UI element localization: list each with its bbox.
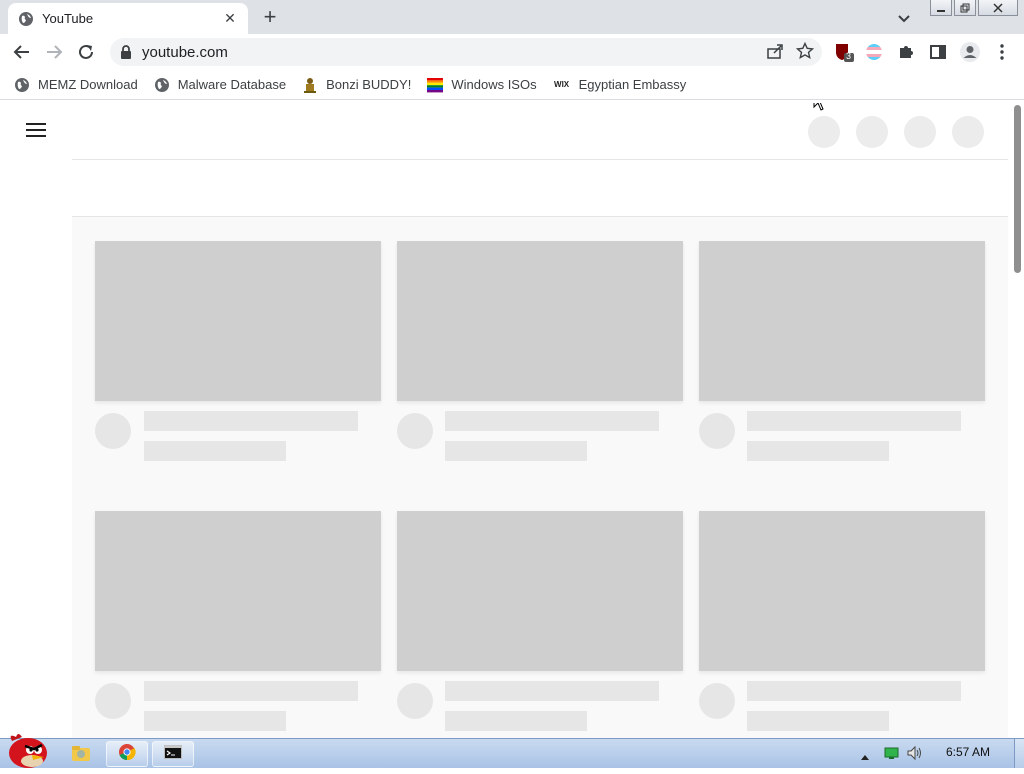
video-title-placeholder — [747, 681, 961, 701]
header-placeholder-circle — [904, 116, 936, 148]
video-meta-placeholder — [747, 441, 889, 461]
channel-avatar-placeholder — [699, 683, 735, 719]
address-bar[interactable]: youtube.com — [110, 38, 822, 66]
side-panel-icon[interactable] — [926, 40, 950, 64]
menu-kebab-icon[interactable] — [990, 40, 1014, 64]
tab-strip: YouTube ✕ + — [0, 0, 1024, 34]
wix-logo-text: WIX — [554, 80, 570, 89]
video-meta-placeholder — [144, 441, 286, 461]
tab-close-icon[interactable]: ✕ — [222, 10, 238, 27]
puzzle-extensions-icon[interactable] — [894, 40, 918, 64]
video-title-placeholder — [747, 411, 961, 431]
video-meta-placeholder — [445, 711, 587, 731]
file-explorer-icon[interactable] — [70, 743, 92, 763]
hamburger-menu-icon[interactable] — [26, 123, 46, 137]
minimize-icon[interactable] — [930, 0, 952, 16]
chevron-down-icon[interactable] — [894, 8, 914, 28]
bookmark-label: Malware Database — [177, 77, 287, 92]
video-meta-placeholder — [445, 441, 587, 461]
video-title-placeholder — [144, 411, 358, 431]
url-text: youtube.com — [142, 43, 228, 61]
globe-icon — [14, 77, 30, 93]
page-scrollbar[interactable] — [1014, 105, 1021, 273]
video-grid-skeleton — [72, 217, 1008, 738]
restore-icon[interactable] — [954, 0, 976, 16]
volume-icon[interactable] — [906, 745, 924, 766]
video-meta-placeholder — [144, 711, 286, 731]
channel-avatar-placeholder — [95, 413, 131, 449]
taskbar-clock[interactable]: 6:57 AM — [946, 745, 990, 759]
forward-arrow-icon[interactable] — [42, 40, 66, 64]
bookmark-star-icon[interactable] — [795, 41, 815, 65]
video-thumbnail-placeholder[interactable] — [397, 241, 683, 401]
globe-icon — [18, 11, 34, 27]
bookmark-label: Bonzi BUDDY! — [326, 77, 412, 92]
video-thumbnail-placeholder[interactable] — [699, 511, 985, 671]
video-meta-placeholder — [747, 711, 889, 731]
bookmark-egyptian-embassy[interactable]: WIX Egyptian Embassy — [553, 77, 687, 93]
wix-icon: WIX — [553, 77, 571, 93]
video-thumbnail-placeholder[interactable] — [397, 511, 683, 671]
bookmark-label: Egyptian Embassy — [578, 77, 687, 92]
video-thumbnail-placeholder[interactable] — [95, 241, 381, 401]
header-placeholder-circle — [808, 116, 840, 148]
bookmark-memz-download[interactable]: MEMZ Download — [14, 77, 138, 93]
bookmark-label: MEMZ Download — [38, 77, 138, 92]
close-window-icon[interactable] — [978, 0, 1018, 16]
taskbar: 6:57 AM — [0, 734, 1024, 768]
browser-toolbar: youtube.com 3 — [0, 34, 1024, 70]
back-arrow-icon[interactable] — [10, 40, 34, 64]
channel-avatar-placeholder — [397, 683, 433, 719]
video-thumbnail-placeholder[interactable] — [699, 241, 985, 401]
chips-bar-placeholder — [72, 160, 1008, 216]
chrome-icon — [118, 743, 136, 766]
new-tab-button[interactable]: + — [258, 6, 282, 30]
bookmark-windows-isos[interactable]: Windows ISOs — [427, 77, 537, 93]
bookmark-bonzi-buddy[interactable]: Bonzi BUDDY! — [302, 77, 411, 93]
header-placeholder-circle — [856, 116, 888, 148]
channel-avatar-placeholder — [699, 413, 735, 449]
tab-youtube[interactable]: YouTube ✕ — [8, 3, 248, 34]
tab-title: YouTube — [42, 11, 94, 26]
mouse-cursor-icon — [813, 103, 829, 118]
taskbar-cmd-button[interactable] — [152, 741, 194, 767]
lock-icon[interactable] — [120, 45, 134, 59]
share-icon[interactable] — [766, 42, 784, 65]
show-desktop-button[interactable] — [1014, 739, 1024, 768]
network-icon[interactable] — [884, 746, 900, 765]
video-title-placeholder — [445, 681, 659, 701]
taskbar-chrome-button[interactable] — [106, 741, 148, 767]
trans-flag-extension-icon[interactable] — [862, 40, 886, 64]
channel-avatar-placeholder — [95, 683, 131, 719]
channel-avatar-placeholder — [397, 413, 433, 449]
ublock-extension-icon[interactable]: 3 — [832, 40, 856, 64]
video-title-placeholder — [144, 681, 358, 701]
reload-icon[interactable] — [74, 40, 98, 64]
youtube-page — [0, 103, 1024, 738]
globe-icon — [154, 77, 170, 93]
profile-avatar-icon[interactable] — [958, 40, 982, 64]
extension-badge: 3 — [846, 51, 852, 61]
bonzi-icon — [302, 77, 318, 93]
window-controls — [928, 0, 1018, 16]
tray-expand-icon[interactable] — [860, 748, 870, 766]
bookmarks-bar: MEMZ Download Malware Database Bonzi BUD… — [0, 70, 1024, 100]
bookmark-label: Windows ISOs — [451, 77, 537, 92]
video-thumbnail-placeholder[interactable] — [95, 511, 381, 671]
bookmark-malware-database[interactable]: Malware Database — [154, 77, 286, 93]
header-placeholder-circle — [952, 116, 984, 148]
rainbow-flag-icon — [427, 77, 444, 93]
video-title-placeholder — [445, 411, 659, 431]
command-prompt-icon — [164, 744, 182, 764]
